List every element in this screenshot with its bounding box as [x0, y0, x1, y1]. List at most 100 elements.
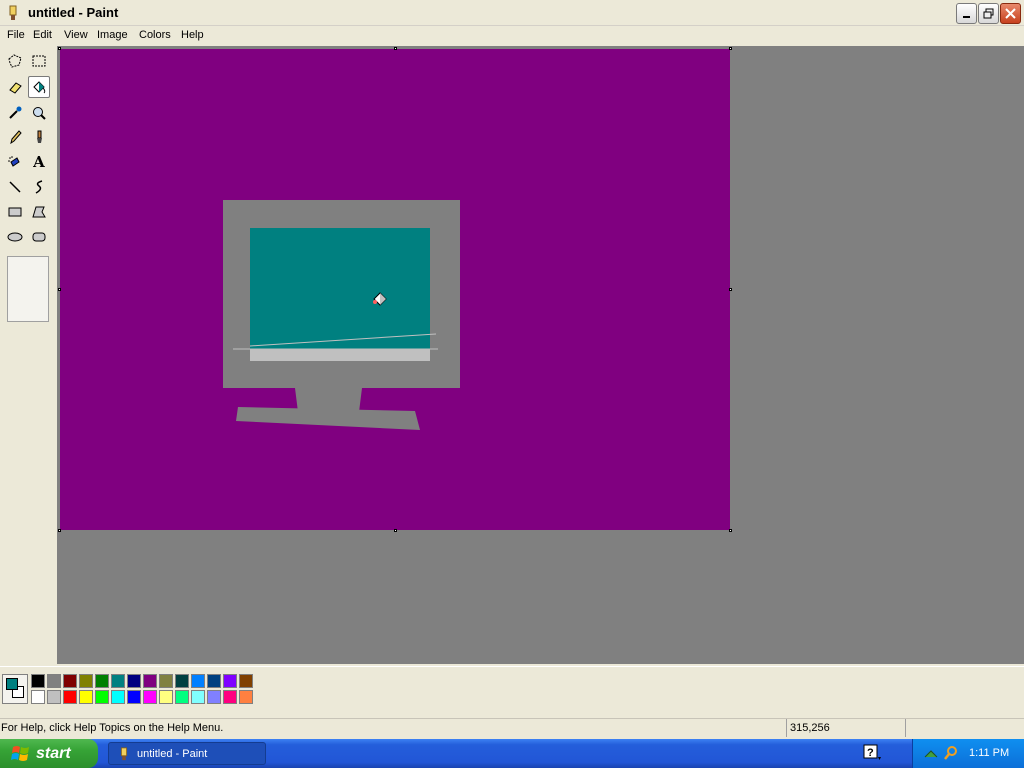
toolbox: A: [0, 46, 56, 666]
palette-swatch[interactable]: [143, 690, 157, 704]
svg-text:?: ?: [867, 747, 874, 759]
palette-swatch[interactable]: [239, 674, 253, 688]
palette-swatch[interactable]: [111, 690, 125, 704]
monitor-screen-bottom: [250, 349, 430, 361]
palette-swatch[interactable]: [31, 674, 45, 688]
ellipse-icon: [7, 232, 23, 242]
pencil-icon: [10, 130, 22, 145]
network-icon[interactable]: [923, 745, 939, 761]
close-icon: [1005, 8, 1016, 19]
tool-airbrush[interactable]: [4, 151, 26, 173]
palette-swatch[interactable]: [159, 674, 173, 688]
restore-button[interactable]: [978, 3, 999, 24]
palette-swatch[interactable]: [223, 674, 237, 688]
palette-swatch[interactable]: [191, 690, 205, 704]
tool-curve[interactable]: [28, 176, 50, 198]
palette-swatch[interactable]: [63, 674, 77, 688]
palette-swatch[interactable]: [127, 690, 141, 704]
resize-handle-right[interactable]: [729, 288, 732, 291]
curve-icon: [35, 180, 43, 194]
monitor-screen: [250, 228, 430, 349]
monitor-neck: [295, 388, 362, 412]
menu-image[interactable]: Image: [94, 28, 131, 42]
windows-logo-icon: [11, 745, 29, 761]
palette-swatch[interactable]: [175, 674, 189, 688]
palette-swatch[interactable]: [143, 674, 157, 688]
free-form-select-icon: [8, 54, 22, 68]
palette-swatch[interactable]: [95, 690, 109, 704]
airbrush-icon: [8, 156, 20, 167]
tool-pencil[interactable]: [4, 126, 26, 148]
palette-swatch[interactable]: [63, 690, 77, 704]
palette-swatch[interactable]: [31, 690, 45, 704]
tool-brush[interactable]: [28, 126, 50, 148]
search-icon[interactable]: [943, 745, 959, 761]
status-bar: For Help, click Help Topics on the Help …: [0, 718, 1024, 737]
tool-rectangle-select[interactable]: [28, 50, 50, 72]
tool-free-form-select[interactable]: [4, 50, 26, 72]
magnifier-icon: [33, 107, 46, 120]
close-button[interactable]: [1000, 3, 1021, 24]
line-icon: [9, 181, 21, 193]
tool-ellipse[interactable]: [4, 226, 26, 248]
menu-view[interactable]: View: [61, 28, 91, 42]
tool-text[interactable]: A: [28, 151, 50, 173]
tool-rectangle[interactable]: [4, 201, 26, 223]
paint-app-icon: [120, 746, 128, 760]
palette-swatch[interactable]: [111, 674, 125, 688]
palette-swatch[interactable]: [223, 690, 237, 704]
foreground-color: [6, 678, 18, 690]
menu-help[interactable]: Help: [178, 28, 207, 42]
help-icon[interactable]: ?: [862, 743, 882, 763]
fill-bucket-icon: [33, 81, 46, 94]
menu-edit[interactable]: Edit: [30, 28, 55, 42]
rectangle-icon: [8, 207, 22, 217]
tool-fill-with-color[interactable]: [28, 76, 50, 98]
status-size: [905, 719, 1022, 737]
palette-swatch[interactable]: [79, 690, 93, 704]
palette-swatch[interactable]: [207, 674, 221, 688]
resize-handle: [394, 47, 397, 50]
status-help-text: For Help, click Help Topics on the Help …: [1, 722, 224, 734]
resize-handle: [729, 47, 732, 50]
rectangle-select-icon: [32, 55, 46, 67]
tool-pick-color[interactable]: [4, 102, 26, 124]
resize-handle: [58, 529, 61, 532]
taskbar: start untitled - Paint ? 1:11 PM: [0, 739, 1024, 768]
palette-swatch[interactable]: [175, 690, 189, 704]
workspace: [57, 46, 1024, 664]
taskbar-item-label: untitled - Paint: [137, 747, 208, 760]
tool-polygon[interactable]: [28, 201, 50, 223]
brush-icon: [37, 130, 42, 143]
monitor-base: [236, 407, 420, 430]
palette-swatch[interactable]: [127, 674, 141, 688]
tool-options-box[interactable]: [7, 256, 49, 322]
window-title: untitled - Paint: [28, 5, 119, 20]
palette-swatch[interactable]: [159, 690, 173, 704]
title-bar: untitled - Paint: [0, 0, 1024, 26]
minimize-button[interactable]: [956, 3, 977, 24]
resize-handle-corner[interactable]: [729, 529, 732, 532]
palette-swatch[interactable]: [207, 690, 221, 704]
resize-handle-bottom[interactable]: [394, 529, 397, 532]
taskbar-item-paint[interactable]: untitled - Paint: [108, 742, 266, 765]
rounded-rectangle-icon: [32, 232, 46, 242]
resize-handle: [58, 288, 61, 291]
drawing-canvas[interactable]: [60, 49, 730, 530]
menu-file[interactable]: File: [4, 28, 28, 42]
palette-swatch[interactable]: [47, 674, 61, 688]
eraser-icon: [9, 82, 22, 94]
system-tray: 1:11 PM: [912, 739, 1024, 768]
menu-colors[interactable]: Colors: [136, 28, 174, 42]
paint-app-icon: [9, 5, 17, 20]
palette-swatch[interactable]: [239, 690, 253, 704]
palette-swatch[interactable]: [47, 690, 61, 704]
tool-line[interactable]: [4, 176, 26, 198]
palette-swatch[interactable]: [191, 674, 205, 688]
tool-magnifier[interactable]: [28, 102, 50, 124]
palette-swatch[interactable]: [79, 674, 93, 688]
palette-swatch[interactable]: [95, 674, 109, 688]
tool-eraser[interactable]: [4, 76, 26, 98]
start-button[interactable]: start: [0, 739, 98, 768]
tool-rounded-rectangle[interactable]: [28, 226, 50, 248]
